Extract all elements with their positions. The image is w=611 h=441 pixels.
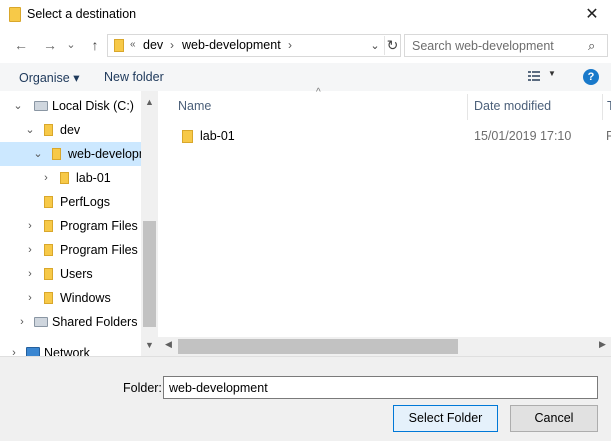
overflow-icon[interactable]: «: [130, 39, 136, 50]
new-folder-button[interactable]: New folder: [104, 70, 164, 84]
up-button[interactable]: ↑: [85, 35, 105, 55]
folder-icon: [9, 7, 21, 22]
folder-label: Folder:: [123, 381, 162, 395]
column-header-date[interactable]: Date modified: [474, 99, 551, 113]
help-icon[interactable]: ?: [583, 69, 599, 85]
tree-item-local-disk[interactable]: ⌄ Local Disk (C:): [0, 94, 141, 118]
scroll-right-icon[interactable]: ▶: [599, 339, 606, 350]
tree-item-dev[interactable]: ⌄ dev: [0, 118, 141, 142]
folder-icon: [52, 148, 61, 160]
file-name[interactable]: lab-01: [200, 129, 235, 143]
scroll-down-icon[interactable]: ▼: [141, 340, 158, 350]
view-options-icon[interactable]: [527, 69, 541, 83]
search-icon[interactable]: ⌕: [588, 38, 595, 54]
search-box[interactable]: Search web-development ⌕: [404, 34, 608, 57]
folder-icon: [44, 124, 53, 136]
sort-ascending-icon: ^: [316, 87, 321, 98]
tree-item-shared-folders[interactable]: › Shared Folders (\\vmware-host): [0, 310, 158, 334]
breadcrumb-web-development[interactable]: web-development: [182, 38, 281, 52]
tree-scrollbar-thumb[interactable]: [143, 221, 156, 327]
tree-item-network[interactable]: › Network: [0, 341, 141, 356]
file-type: F: [606, 129, 611, 143]
chevron-right-icon[interactable]: ›: [24, 214, 36, 238]
chevron-down-icon[interactable]: ▼: [548, 69, 556, 78]
folder-icon: [114, 39, 124, 52]
chevron-right-icon[interactable]: ›: [16, 310, 28, 334]
tree-item-label: dev: [60, 123, 81, 137]
folder-icon: [44, 196, 53, 208]
window-title: Select a destination: [27, 7, 137, 21]
tree-item-lab-01[interactable]: › lab-01: [0, 166, 141, 190]
back-button[interactable]: ←: [11, 35, 31, 55]
search-input[interactable]: Search web-development: [412, 39, 554, 53]
chevron-right-icon[interactable]: ›: [170, 38, 174, 52]
tree-item-label: Users: [60, 267, 93, 281]
chevron-down-icon[interactable]: ⌄: [12, 94, 24, 118]
tree-item-label: Local Disk (C:): [52, 99, 134, 113]
chevron-down-icon[interactable]: ⌄: [24, 118, 36, 142]
network-icon: [26, 347, 40, 356]
column-divider[interactable]: [467, 94, 468, 120]
column-header-name[interactable]: Name: [178, 99, 211, 113]
tree-item-label: Windows: [60, 291, 111, 305]
command-bar: [0, 63, 611, 91]
folder-icon: [44, 244, 53, 256]
breadcrumb-dev[interactable]: dev: [143, 38, 163, 52]
column-header-type[interactable]: T: [607, 99, 611, 113]
chevron-right-icon[interactable]: ›: [288, 38, 292, 52]
drive-icon: [34, 101, 48, 111]
tree-item-users[interactable]: › Users: [0, 262, 141, 286]
chevron-down-icon[interactable]: ⌄: [367, 37, 383, 55]
cancel-button[interactable]: Cancel: [510, 405, 598, 432]
scroll-up-icon[interactable]: ▲: [141, 97, 158, 107]
tree-item-label: lab-01: [76, 171, 111, 185]
chevron-right-icon[interactable]: ›: [24, 238, 36, 262]
tree-item-program-files-x86[interactable]: › Program Files (x86): [0, 238, 158, 262]
tree-item-label: Network: [44, 346, 90, 356]
file-date: 15/01/2019 17:10: [474, 129, 572, 143]
column-divider[interactable]: [602, 94, 603, 120]
close-button[interactable]: ✕: [578, 4, 606, 26]
tree-item-label: Program Files: [60, 219, 138, 233]
shared-drive-icon: [34, 317, 48, 327]
organise-button[interactable]: Organise ▾: [19, 70, 79, 85]
chevron-right-icon[interactable]: ›: [8, 341, 20, 356]
scroll-left-icon[interactable]: ◀: [165, 339, 172, 350]
folder-icon: [182, 130, 193, 143]
horizontal-scrollbar-thumb[interactable]: [178, 339, 458, 354]
folder-icon: [44, 220, 53, 232]
select-folder-button[interactable]: Select Folder: [393, 405, 498, 432]
tree-item-program-files[interactable]: › Program Files: [0, 214, 141, 238]
forward-button[interactable]: →: [40, 35, 60, 55]
folder-icon: [60, 172, 69, 184]
chevron-right-icon[interactable]: ›: [24, 262, 36, 286]
tree-item-perflogs[interactable]: PerfLogs: [0, 190, 141, 214]
address-bar[interactable]: « dev › web-development › ⌄ ↻: [107, 34, 401, 57]
tree-item-web-development[interactable]: ⌄ web-development: [0, 142, 158, 166]
navigation-tree[interactable]: ⌄ Local Disk (C:) ⌄ dev ⌄ web-developmen…: [0, 91, 158, 356]
refresh-icon[interactable]: ↻: [384, 36, 400, 55]
folder-field[interactable]: [163, 376, 598, 399]
chevron-right-icon[interactable]: ›: [40, 166, 52, 190]
folder-icon: [44, 268, 53, 280]
tree-item-windows[interactable]: › Windows: [0, 286, 141, 310]
chevron-right-icon[interactable]: ›: [24, 286, 36, 310]
recent-locations-button[interactable]: ⌄: [64, 35, 78, 55]
chevron-down-icon[interactable]: ⌄: [32, 142, 44, 166]
folder-icon: [44, 292, 53, 304]
tree-item-label: PerfLogs: [60, 195, 111, 209]
